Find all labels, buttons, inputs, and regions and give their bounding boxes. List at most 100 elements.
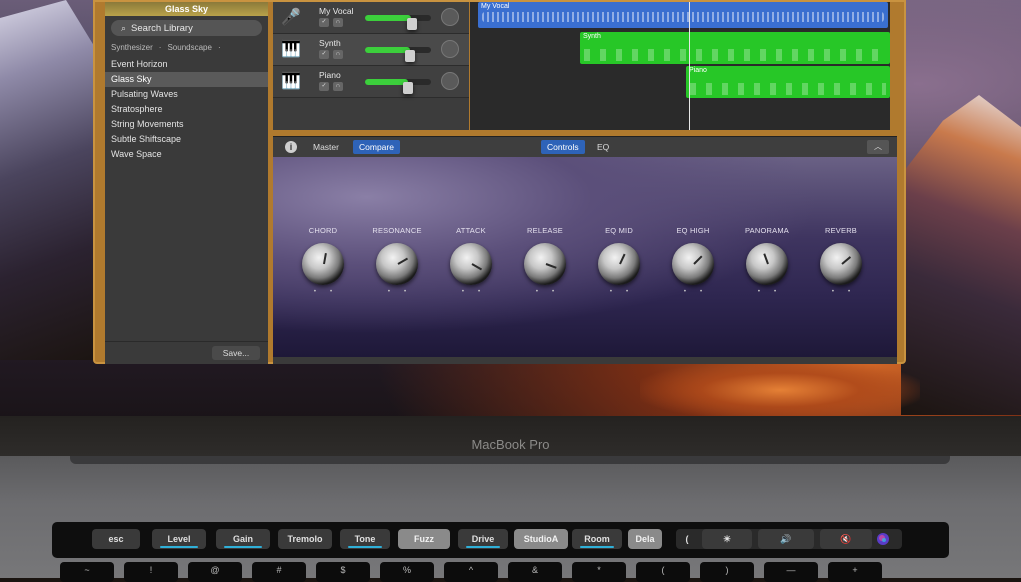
rotary-knob[interactable] <box>524 243 566 285</box>
touchbar-studioa-button[interactable]: StudioA <box>514 529 568 549</box>
pan-knob[interactable] <box>441 40 459 58</box>
knob-range-dots: •• <box>683 289 717 295</box>
collapse-icon[interactable]: ︿ <box>867 140 889 154</box>
keyboard-key[interactable]: ) <box>700 562 754 582</box>
volume-knob[interactable] <box>407 18 417 30</box>
volume-knob[interactable] <box>405 50 415 62</box>
rotary-knob[interactable] <box>820 243 862 285</box>
knob-reverb[interactable]: REVERB •• <box>811 225 871 295</box>
rotary-knob[interactable] <box>598 243 640 285</box>
touchbar-gain-button[interactable]: Gain <box>216 529 270 549</box>
knob-eq-mid[interactable]: EQ MID •• <box>589 225 649 295</box>
touchbar-tremolo-button[interactable]: Tremolo <box>278 529 332 549</box>
keyboard-key[interactable]: — <box>764 562 818 582</box>
tab-eq[interactable]: EQ <box>591 140 615 154</box>
touchbar-room-button[interactable]: Room <box>572 529 622 549</box>
list-item[interactable]: Event Horizon <box>105 57 268 72</box>
rotary-knob[interactable] <box>746 243 788 285</box>
list-item[interactable]: Stratosphere <box>105 102 268 117</box>
arrangement-area[interactable]: My Vocal Synth Piano <box>470 2 890 130</box>
knob-panorama[interactable]: PANORAMA •• <box>737 225 797 295</box>
pan-knob[interactable] <box>441 8 459 26</box>
list-item[interactable]: Pulsating Waves <box>105 87 268 102</box>
midi-region-synth[interactable]: Synth <box>580 32 890 64</box>
keyboard-key[interactable]: ^ <box>444 562 498 582</box>
headphones-icon[interactable]: ∩ <box>333 82 343 91</box>
crumb-soundscape[interactable]: Soundscape <box>167 43 211 52</box>
keyboard-key[interactable]: & <box>508 562 562 582</box>
siri-icon[interactable] <box>868 529 898 549</box>
knob-resonance[interactable]: RESONANCE •• <box>367 225 427 295</box>
collapse-strip-icon[interactable]: ( <box>680 529 694 549</box>
volume-fill <box>365 47 410 53</box>
touchbar-delay-button[interactable]: Dela <box>628 529 662 549</box>
list-item-selected[interactable]: Glass Sky <box>105 72 268 87</box>
crumb-synthesizer[interactable]: Synthesizer <box>111 43 153 52</box>
keyboard-key[interactable]: ! <box>124 562 178 582</box>
siri-orb <box>877 533 889 545</box>
knob-eq-high[interactable]: EQ HIGH •• <box>663 225 723 295</box>
tab-controls[interactable]: Controls <box>541 140 585 154</box>
volume-slider[interactable] <box>365 47 431 62</box>
midi-notes <box>584 49 886 61</box>
knob-label: EQ MID <box>605 226 633 235</box>
breadcrumb: Synthesizer · Soundscape · <box>111 43 227 52</box>
pan-knob[interactable] <box>441 72 459 90</box>
search-input[interactable]: ⌕ Search Library <box>111 20 262 36</box>
rotary-knob[interactable] <box>450 243 492 285</box>
volume-slider[interactable] <box>365 15 431 30</box>
list-item[interactable]: Wave Space <box>105 147 268 162</box>
playhead[interactable] <box>689 2 690 130</box>
knob-range-dots: •• <box>757 289 791 295</box>
master-button[interactable]: Master <box>307 140 345 154</box>
keyboard-key[interactable]: + <box>828 562 882 582</box>
esc-key[interactable]: esc <box>92 529 140 549</box>
info-icon[interactable]: i <box>285 141 297 153</box>
headphones-icon[interactable]: ∩ <box>333 18 343 27</box>
smart-controls-panel: CHORD •• RESONANCE •• ATTACK •• RELEASE … <box>273 157 897 357</box>
knob-label: RELEASE <box>527 226 563 235</box>
save-button[interactable]: Save... <box>212 346 260 360</box>
brightness-icon[interactable]: ☀ <box>702 529 752 549</box>
mute-icon[interactable]: ✓ <box>319 50 329 59</box>
rotary-knob[interactable] <box>302 243 344 285</box>
volume-icon[interactable]: 🔊 <box>758 529 814 549</box>
track-header-piano[interactable]: 🎹 Piano ✓ ∩ <box>273 66 469 98</box>
volume-slider[interactable] <box>365 79 431 94</box>
keyboard-key[interactable]: # <box>252 562 306 582</box>
keyboard-key[interactable]: ( <box>636 562 690 582</box>
knob-chord[interactable]: CHORD •• <box>293 225 353 295</box>
track-header-my-vocal[interactable]: 🎤 My Vocal ✓ ∩ <box>273 2 469 34</box>
library-footer: Save... <box>105 341 268 364</box>
mute-volume-icon[interactable]: 🔇 <box>820 529 872 549</box>
headphones-icon[interactable]: ∩ <box>333 50 343 59</box>
list-item[interactable]: Subtle Shiftscape <box>105 132 268 147</box>
keyboard-key[interactable]: ~ <box>60 562 114 582</box>
volume-knob[interactable] <box>403 82 413 94</box>
rotary-knob[interactable] <box>672 243 714 285</box>
mute-icon[interactable]: ✓ <box>319 18 329 27</box>
chevron-right-icon: · <box>217 43 221 52</box>
waveform <box>482 12 884 22</box>
knob-pointer <box>763 253 769 265</box>
touchbar-tone-button[interactable]: Tone <box>340 529 390 549</box>
keyboard-key[interactable]: $ <box>316 562 370 582</box>
midi-region-piano[interactable]: Piano <box>686 66 890 98</box>
keyboard-key[interactable]: % <box>380 562 434 582</box>
knob-attack[interactable]: ATTACK •• <box>441 225 501 295</box>
keyboard-key[interactable]: @ <box>188 562 242 582</box>
rotary-knob[interactable] <box>376 243 418 285</box>
knob-pointer <box>397 257 409 265</box>
touchbar-level-button[interactable]: Level <box>152 529 206 549</box>
compare-button[interactable]: Compare <box>353 140 400 154</box>
list-item[interactable]: String Movements <box>105 117 268 132</box>
track-header-synth[interactable]: 🎹 Synth ✓ ∩ <box>273 34 469 66</box>
touchbar-drive-button[interactable]: Drive <box>458 529 508 549</box>
keyboard-key[interactable]: * <box>572 562 626 582</box>
knob-release[interactable]: RELEASE •• <box>515 225 575 295</box>
touchbar-label: Level <box>167 534 191 544</box>
audio-region-my-vocal[interactable]: My Vocal <box>478 2 888 28</box>
mute-icon[interactable]: ✓ <box>319 82 329 91</box>
level-indicator <box>580 546 614 548</box>
touchbar-fuzz-button[interactable]: Fuzz <box>398 529 450 549</box>
